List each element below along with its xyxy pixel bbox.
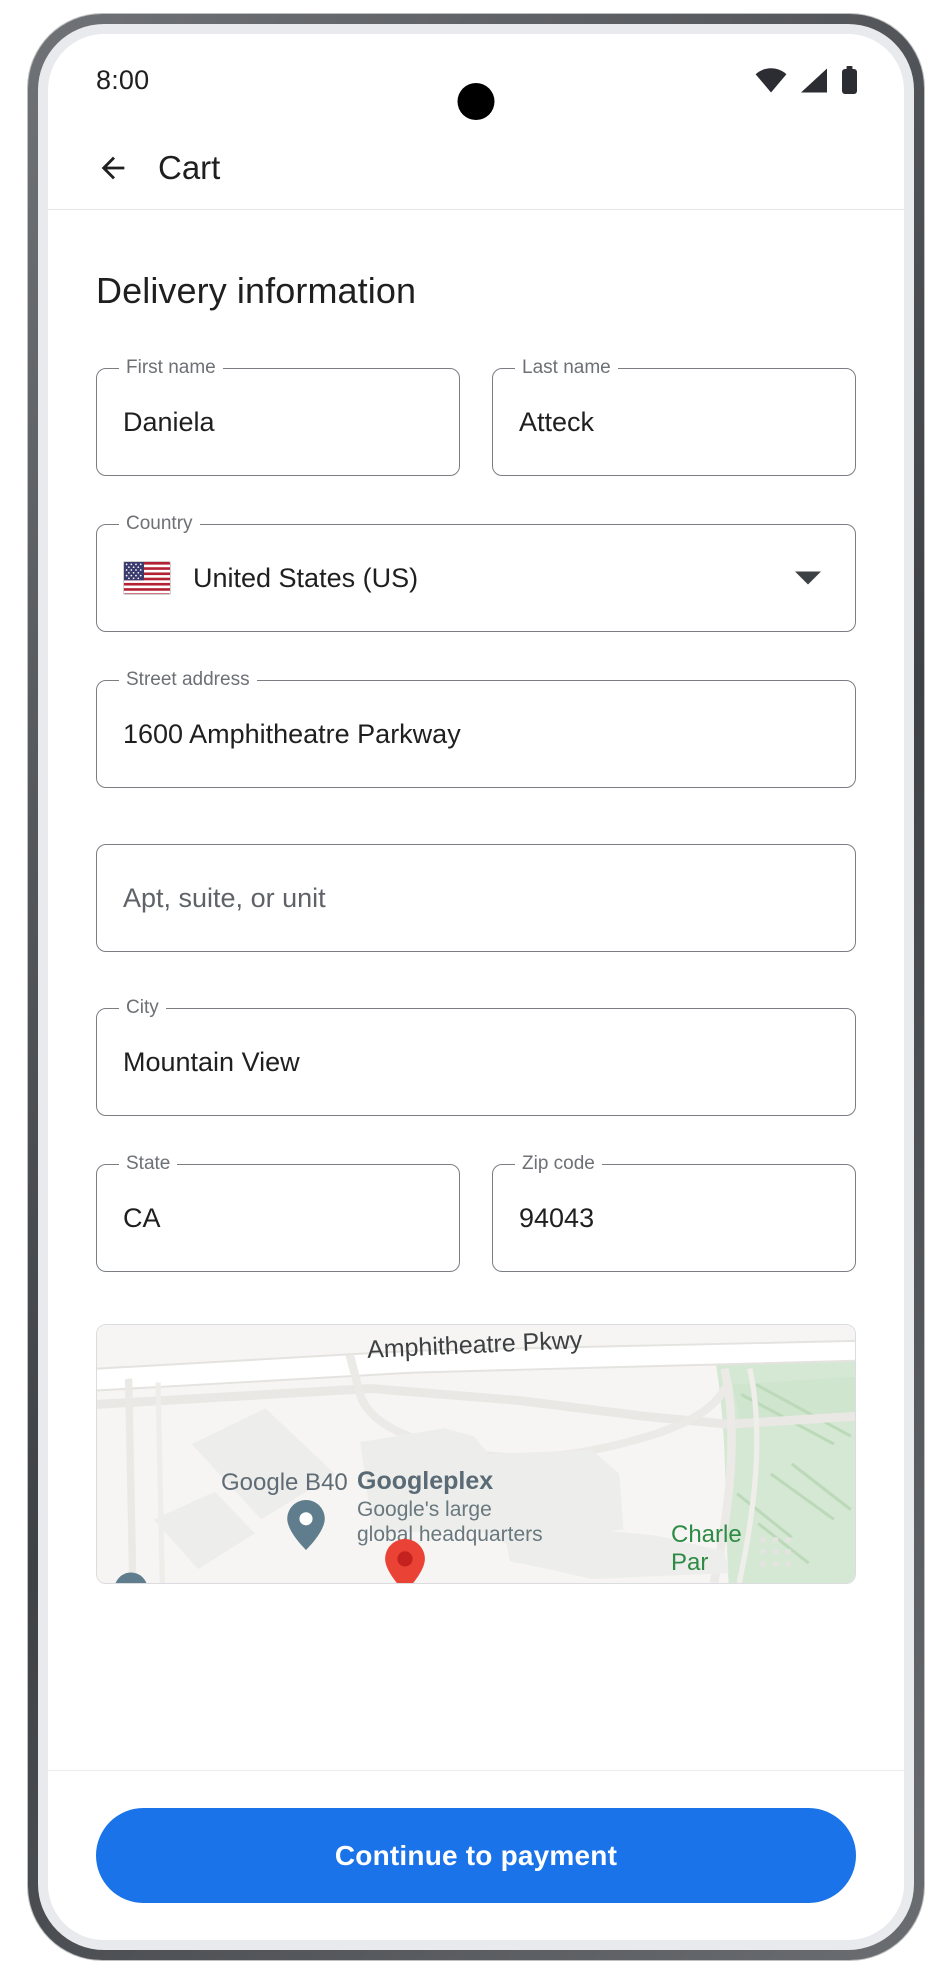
content-scroll-area[interactable]: Delivery information First name Daniela … xyxy=(48,210,904,1770)
country-value: United States (US) xyxy=(193,562,419,593)
status-bar-icons xyxy=(755,66,858,94)
city-value: Mountain View xyxy=(123,1046,300,1077)
city-label: City xyxy=(119,998,166,1018)
map-secondary-pin-icon xyxy=(113,1571,149,1583)
zip-code-field[interactable]: Zip code 94043 xyxy=(492,1154,856,1272)
country-label: Country xyxy=(119,514,200,534)
first-name-value: Daniela xyxy=(123,406,215,437)
battery-icon xyxy=(842,66,857,94)
last-name-value: Atteck xyxy=(519,406,595,437)
city-field[interactable]: City Mountain View xyxy=(96,998,856,1116)
map-graphic xyxy=(97,1325,855,1583)
first-name-field[interactable]: First name Daniela xyxy=(96,358,460,476)
back-arrow-icon[interactable] xyxy=(96,151,130,185)
last-name-field[interactable]: Last name Atteck xyxy=(492,358,856,476)
zip-code-label: Zip code xyxy=(515,1154,602,1174)
phone-screen: 8:00 Cart Delivery information First nam… xyxy=(48,34,904,1940)
chevron-down-icon[interactable] xyxy=(795,571,821,585)
map-destination-pin-icon xyxy=(385,1539,425,1583)
phone-bezel: 8:00 Cart Delivery information First nam… xyxy=(38,24,914,1950)
wifi-icon xyxy=(755,67,787,92)
state-value: CA xyxy=(123,1202,161,1233)
cell-signal-icon xyxy=(801,68,827,92)
continue-to-payment-button[interactable]: Continue to payment xyxy=(96,1808,856,1903)
first-name-label: First name xyxy=(119,358,223,378)
section-title: Delivery information xyxy=(96,270,417,311)
us-flag-icon xyxy=(123,561,171,595)
delivery-form: First name Daniela Last name Atteck Coun… xyxy=(48,358,904,1272)
app-bar: Cart xyxy=(48,126,904,210)
map-poi-pin-icon xyxy=(287,1500,325,1555)
name-row: First name Daniela Last name Atteck xyxy=(96,358,856,476)
apt-suite-field[interactable]: Apt, suite, or unit xyxy=(96,844,856,952)
page-title: Cart xyxy=(158,148,221,186)
state-field[interactable]: State CA xyxy=(96,1154,460,1272)
bottom-action-bar: Continue to payment xyxy=(48,1770,904,1940)
phone-frame: 8:00 Cart Delivery information First nam… xyxy=(28,14,924,1960)
country-select[interactable]: Country United States (US) xyxy=(96,514,856,632)
state-label: State xyxy=(119,1154,178,1174)
last-name-label: Last name xyxy=(515,358,618,378)
map-preview[interactable]: Amphitheatre Pkwy Google B40 Googleplex … xyxy=(96,1324,856,1584)
street-address-label: Street address xyxy=(119,670,257,690)
camera-punch-hole xyxy=(457,83,495,120)
status-time: 8:00 xyxy=(96,64,150,95)
street-address-field[interactable]: Street address 1600 Amphitheatre Parkway xyxy=(96,670,856,788)
apt-suite-placeholder: Apt, suite, or unit xyxy=(123,882,326,913)
zip-code-value: 94043 xyxy=(519,1202,595,1233)
street-address-value: 1600 Amphitheatre Parkway xyxy=(123,718,461,749)
state-zip-row: State CA Zip code 94043 xyxy=(96,1154,856,1272)
